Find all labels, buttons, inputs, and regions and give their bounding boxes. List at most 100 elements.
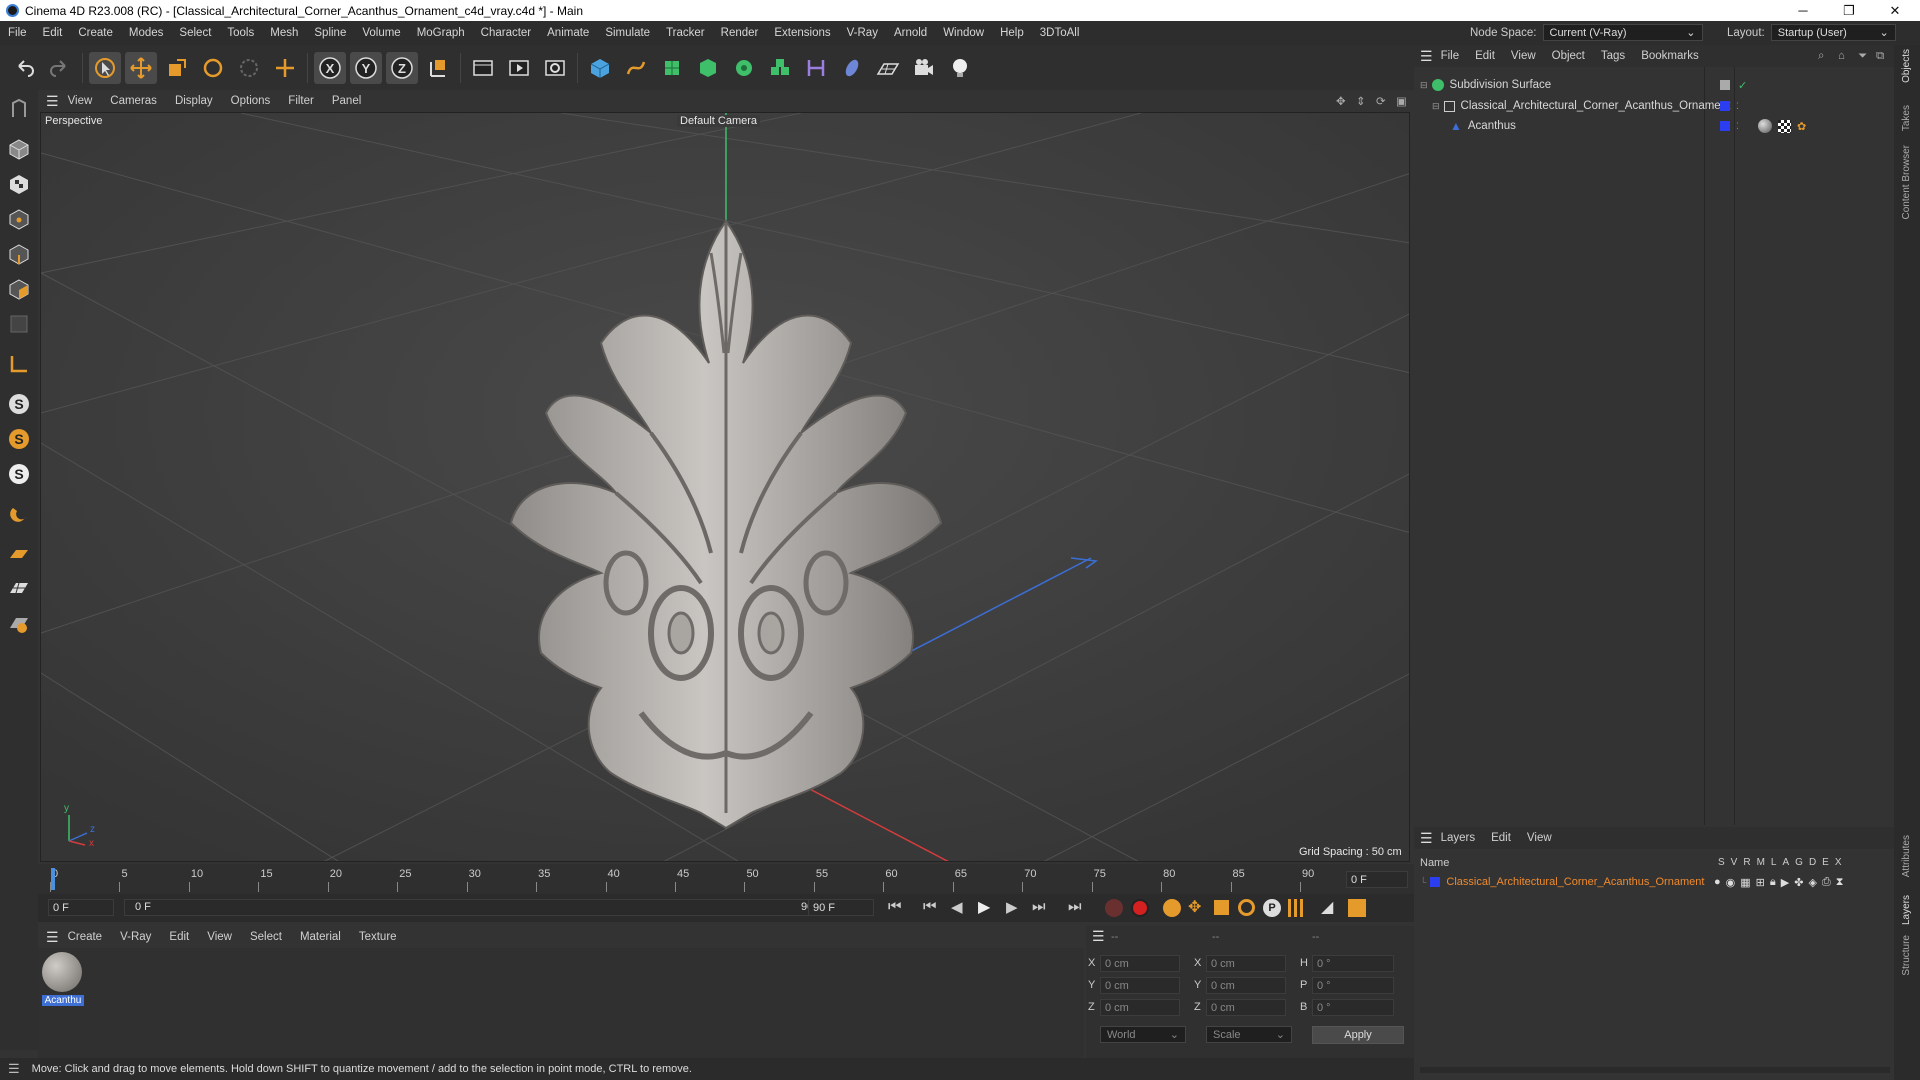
- pen-spline-icon[interactable]: [620, 52, 652, 84]
- light-icon[interactable]: [944, 52, 976, 84]
- material-tag-icon[interactable]: [1778, 119, 1791, 133]
- step-back-icon[interactable]: ◀: [951, 898, 963, 916]
- object-menu-bookmarks[interactable]: Bookmarks: [1633, 50, 1707, 62]
- timeline-window-icon[interactable]: [1348, 899, 1366, 917]
- zoom-view-icon[interactable]: ⇕: [1356, 94, 1366, 108]
- menu-edit[interactable]: Edit: [35, 27, 71, 39]
- material-menu-view[interactable]: View: [198, 931, 241, 943]
- object-row[interactable]: ⊟ Subdivision Surface ✓: [1414, 75, 1894, 95]
- size-y-field[interactable]: 0 cm: [1206, 977, 1286, 994]
- cloner-icon[interactable]: [728, 52, 760, 84]
- menu-arnold[interactable]: Arnold: [886, 27, 935, 39]
- home-icon[interactable]: ⌂: [1838, 50, 1845, 62]
- menu-spline[interactable]: Spline: [306, 27, 354, 39]
- layer-swatch[interactable]: [1720, 121, 1730, 131]
- redo-icon[interactable]: [44, 52, 76, 84]
- viewport-menu-filter[interactable]: Filter: [279, 95, 323, 107]
- floor-grid-icon[interactable]: [3, 538, 35, 570]
- viewport-menu-view[interactable]: View: [59, 95, 102, 107]
- hamburger-icon[interactable]: ☰: [1092, 928, 1105, 945]
- object-row[interactable]: ⊟ Classical_Architectural_Corner_Acanthu…: [1414, 96, 1894, 116]
- material-menu-vray[interactable]: V-Ray: [111, 931, 160, 943]
- polygons-mode-icon[interactable]: [3, 273, 35, 305]
- render-icon[interactable]: ▦: [1740, 876, 1750, 889]
- tab-attributes[interactable]: Attributes: [1901, 835, 1912, 877]
- go-to-end-icon[interactable]: ⏭: [1068, 898, 1082, 915]
- object-menu-edit[interactable]: Edit: [1467, 50, 1503, 62]
- menu-3dtoall[interactable]: 3DToAll: [1032, 27, 1088, 39]
- collapse-icon[interactable]: ⊟: [1432, 101, 1440, 112]
- object-menu-tags[interactable]: Tags: [1593, 50, 1633, 62]
- edges-mode-icon[interactable]: [3, 238, 35, 270]
- material-menu-select[interactable]: Select: [241, 931, 291, 943]
- layout-dropdown[interactable]: Startup (User) ⌄: [1770, 24, 1896, 41]
- floor-icon[interactable]: [872, 52, 904, 84]
- key-point-level-icon[interactable]: [1288, 899, 1306, 917]
- viewport-menu-display[interactable]: Display: [166, 95, 222, 107]
- minimize-button[interactable]: ─: [1780, 0, 1826, 21]
- menu-character[interactable]: Character: [473, 27, 540, 39]
- next-key-icon[interactable]: ⏭: [1032, 898, 1046, 915]
- workplane-icon[interactable]: [3, 348, 35, 380]
- object-menu-view[interactable]: View: [1503, 50, 1544, 62]
- size-x-field[interactable]: 0 cm: [1206, 955, 1286, 972]
- key-scale-icon[interactable]: [1214, 900, 1229, 915]
- size-z-field[interactable]: 0 cm: [1206, 999, 1286, 1016]
- start-frame-field[interactable]: 0 F: [48, 899, 114, 916]
- autokey-record-icon[interactable]: [1131, 899, 1149, 917]
- rot-b-field[interactable]: 0 °: [1312, 999, 1394, 1016]
- rotate-view-icon[interactable]: ⟳: [1376, 94, 1386, 108]
- object-row[interactable]: ▲ Acanthus ⁚ ✿: [1414, 116, 1894, 136]
- solo-icon[interactable]: ●: [1714, 876, 1721, 889]
- go-to-start-icon[interactable]: ⏮: [888, 898, 902, 915]
- hamburger-icon[interactable]: ☰: [46, 93, 59, 110]
- close-button[interactable]: ✕: [1872, 0, 1918, 21]
- live-selection-icon[interactable]: [233, 52, 265, 84]
- vray-tag-icon[interactable]: ✿: [1797, 120, 1806, 133]
- field-icon[interactable]: [836, 52, 868, 84]
- move-tool-icon[interactable]: [125, 51, 157, 84]
- menu-mograph[interactable]: MoGraph: [409, 27, 473, 39]
- key-rotation-icon[interactable]: [1238, 899, 1255, 916]
- layer-swatch[interactable]: [1720, 80, 1730, 90]
- new-window-icon[interactable]: ⧉: [1876, 50, 1884, 63]
- xref-icon[interactable]: ⧗: [1836, 876, 1844, 889]
- z-axis-lock-icon[interactable]: Z: [386, 51, 418, 84]
- tab-structure[interactable]: Structure: [1901, 935, 1912, 976]
- layer-row[interactable]: └ Classical_Architectural_Corner_Acanthu…: [1414, 872, 1894, 892]
- camera-icon[interactable]: [908, 52, 940, 84]
- transform-tool-icon[interactable]: [269, 52, 301, 84]
- motion-path-icon[interactable]: ◢: [1321, 897, 1333, 917]
- layer-color-swatch[interactable]: [1430, 877, 1441, 887]
- render-to-picture-viewer-icon[interactable]: [503, 52, 535, 84]
- rot-h-field[interactable]: 0 °: [1312, 955, 1394, 972]
- object-mode-icon[interactable]: [3, 133, 35, 165]
- select-tool-icon[interactable]: [89, 51, 121, 84]
- menu-create[interactable]: Create: [70, 27, 121, 39]
- size-mode-dropdown[interactable]: Scale ⌄: [1206, 1026, 1292, 1043]
- node-space-dropdown[interactable]: Current (V-Ray) ⌄: [1542, 24, 1703, 41]
- horizontal-scrollbar[interactable]: [1420, 1067, 1890, 1073]
- quantize-icon[interactable]: S: [3, 458, 35, 490]
- menu-vray[interactable]: V-Ray: [839, 27, 886, 39]
- coordinate-system-icon[interactable]: [422, 52, 454, 84]
- y-axis-lock-icon[interactable]: Y: [350, 51, 382, 84]
- search-icon[interactable]: ⌕: [1818, 50, 1824, 63]
- current-frame-field[interactable]: 0 F: [1346, 871, 1408, 888]
- coordinate-mode-dropdown[interactable]: World ⌄: [1100, 1026, 1186, 1043]
- previous-key-icon[interactable]: ⏮: [923, 898, 937, 915]
- extrude-icon[interactable]: [692, 52, 724, 84]
- material-swatch[interactable]: Acanthu: [42, 952, 84, 1012]
- timeline-ruler[interactable]: 0 5 10 15 20 25 30 35 40 45 50 55 60 65 70 75 80 85 90 0 F: [38, 864, 1414, 894]
- step-forward-icon[interactable]: ▶: [1006, 898, 1018, 916]
- material-menu-create[interactable]: Create: [59, 931, 112, 943]
- viewport-menu-cameras[interactable]: Cameras: [101, 95, 166, 107]
- object-menu-file[interactable]: File: [1433, 50, 1468, 62]
- magnet-icon[interactable]: [3, 498, 35, 530]
- menu-extensions[interactable]: Extensions: [766, 27, 838, 39]
- snap-settings-icon[interactable]: S: [3, 423, 35, 455]
- menu-simulate[interactable]: Simulate: [597, 27, 658, 39]
- undo-icon[interactable]: [8, 52, 40, 84]
- animation-icon[interactable]: ▶: [1781, 876, 1789, 889]
- hamburger-icon[interactable]: ☰: [46, 929, 59, 946]
